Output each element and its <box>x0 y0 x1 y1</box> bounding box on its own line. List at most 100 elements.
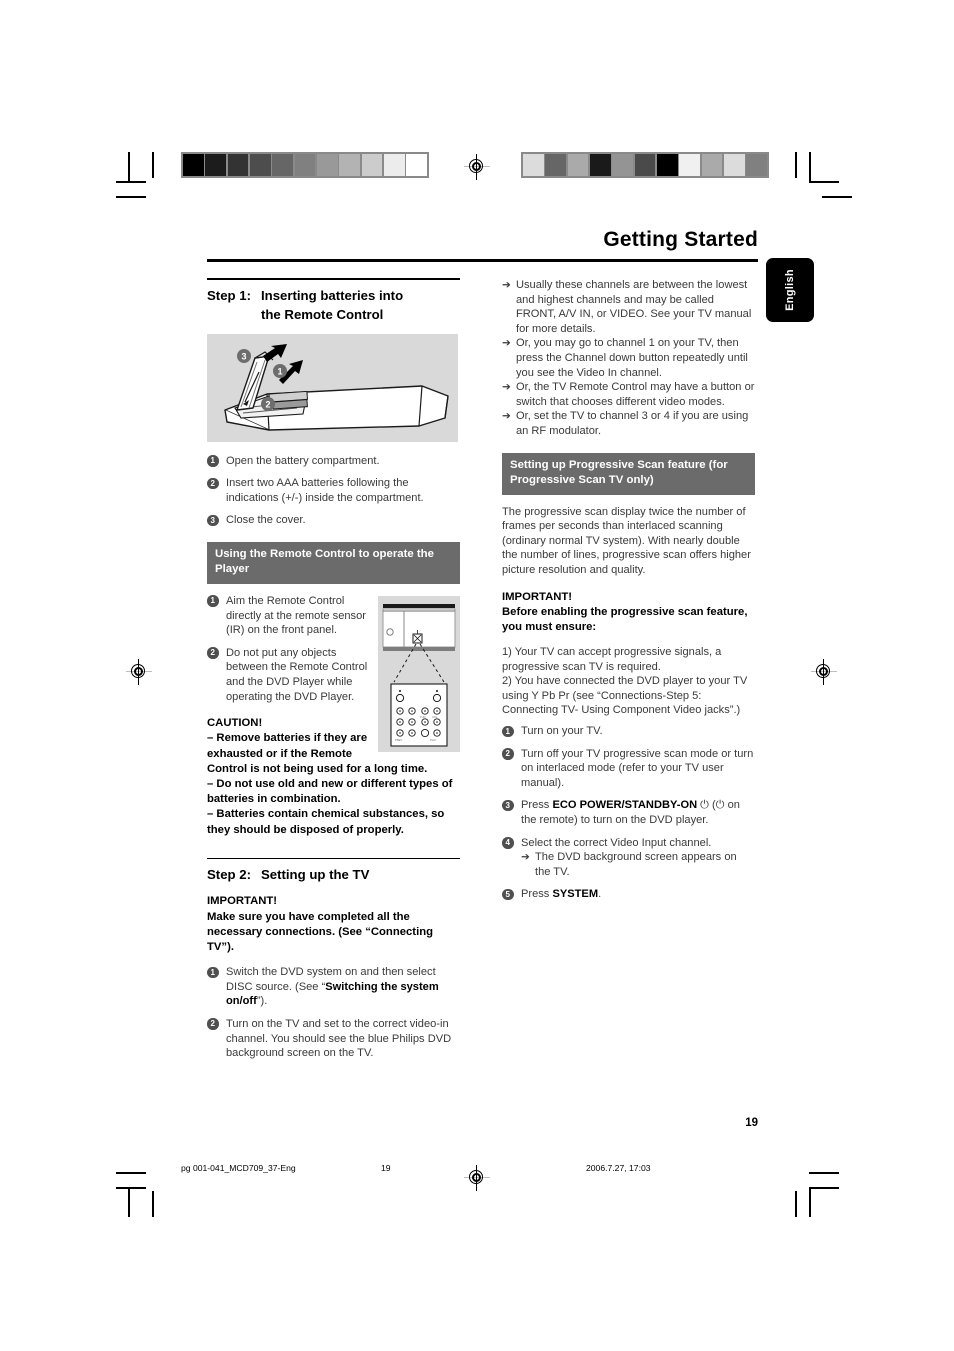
important-block-left: IMPORTANT! Make sure you have completed … <box>207 894 460 955</box>
grayscale-swatch <box>656 154 678 176</box>
grayscale-swatch <box>723 154 745 176</box>
document-page: Getting Started English Step 1: Insertin… <box>0 0 954 1351</box>
crop-mark-top-left-vertical <box>128 152 130 182</box>
remote-use-block: PREV PLAY TUN VOL 1 Aim the Remote Contr… <box>207 594 460 848</box>
crop-mark-bottom-right-tick <box>795 1191 797 1217</box>
caution-item: – Do not use old and new or different ty… <box>207 777 453 806</box>
step-number: 1 <box>207 595 219 607</box>
crop-mark-bottom-left-bleed <box>116 1172 146 1174</box>
requirement-item: 1) Your TV can accept progressive signal… <box>502 646 722 673</box>
grayscale-swatch <box>249 154 271 176</box>
crop-mark-bottom-left-vertical <box>128 1187 130 1217</box>
arrow-icon: ➔ <box>502 410 511 423</box>
step-text: Insert two AAA batteries following the i… <box>226 477 424 504</box>
registration-target-right <box>811 659 837 685</box>
footer-page-ref: 19 <box>381 1163 391 1173</box>
grayscale-calibration-strip-right <box>521 152 769 178</box>
grayscale-swatch <box>545 154 567 176</box>
arrow-note: ➔ Usually these channels are between the… <box>502 278 755 336</box>
list-item: 2 Turn off your TV progressive scan mode… <box>502 747 755 791</box>
crop-mark-top-right-bleed <box>822 196 852 198</box>
grayscale-calibration-strip-left <box>181 152 429 178</box>
grayscale-swatch <box>634 154 656 176</box>
list-item: 5 Press SYSTEM. <box>502 887 755 902</box>
grayscale-swatch <box>227 154 249 176</box>
list-item: 1 Aim the Remote Control directly at the… <box>207 594 460 638</box>
svg-text:3: 3 <box>241 351 246 361</box>
arrow-note-text: Or, set the TV to channel 3 or 4 if you … <box>516 410 749 437</box>
grayscale-swatch <box>523 154 544 176</box>
registration-target-bottom <box>464 1165 490 1191</box>
step-text-bold: SYSTEM <box>552 888 599 901</box>
step2-title: Setting up the TV <box>260 867 370 883</box>
step-number: 1 <box>207 966 219 979</box>
footer-timestamp: 2006.7.27, 17:03 <box>586 1163 651 1173</box>
step-text: Turn off your TV progressive scan mode o… <box>521 747 754 789</box>
page-number: 19 <box>745 1117 758 1129</box>
important-body: Before enabling the progressive scan fea… <box>502 605 748 633</box>
crop-mark-top-left-horizontal <box>116 181 146 183</box>
arrow-note-text: The DVD background screen appears on the… <box>535 851 737 878</box>
svg-text:1: 1 <box>277 366 282 376</box>
list-item: 2 Insert two AAA batteries following the… <box>207 476 460 505</box>
tv-setup-steps-list: 1 Switch the DVD system on and then sele… <box>207 965 460 1061</box>
step-number: 4 <box>502 837 514 849</box>
grayscale-swatch <box>746 154 767 176</box>
step2-label: Step 2: <box>207 867 251 883</box>
crop-mark-top-right-tick <box>795 152 797 178</box>
step-text: Select the correct Video Input channel. <box>521 836 712 849</box>
progressive-scan-steps-list: 1 Turn on your TV. 2 Turn off your TV pr… <box>502 724 755 902</box>
step-text: Do not put any objects between the Remot… <box>226 646 368 703</box>
footer-file-name: pg 001-041_MCD709_37-Eng <box>181 1163 296 1173</box>
important-heading: IMPORTANT! <box>502 590 573 603</box>
remote-use-section-header: Using the Remote Control to operate the … <box>207 541 460 584</box>
crop-mark-bottom-left-horizontal <box>116 1187 146 1189</box>
list-item: 1 Turn on your TV. <box>502 724 755 739</box>
crop-mark-top-right-horizontal <box>809 181 839 183</box>
arrow-note-text: Or, you may go to channel 1 on your TV, … <box>516 337 748 379</box>
remote-control-battery-illustration: 3 1 2 <box>207 333 458 442</box>
registration-target-left <box>126 659 152 685</box>
step-text: Aim the Remote Control directly at the r… <box>226 594 366 637</box>
list-item: 3 Close the cover. <box>207 513 460 528</box>
list-item: 2 Turn on the TV and set to the correct … <box>207 1017 460 1061</box>
title-underline-rule <box>207 259 758 262</box>
svg-text:PREV: PREV <box>395 738 402 742</box>
remote-use-steps-list: 1 Aim the Remote Control directly at the… <box>207 594 460 704</box>
list-item: 1 Switch the DVD system on and then sele… <box>207 965 460 1009</box>
grayscale-swatch <box>406 154 427 176</box>
step-text: Close the cover. <box>226 514 306 527</box>
step-number: 1 <box>502 725 514 738</box>
step-text-bold: ECO POWER/STANDBY-ON <box>552 799 698 812</box>
progressive-scan-section-header: Setting up Progressive Scan feature (for… <box>502 452 755 495</box>
arrow-note: ➔ Or, you may go to channel 1 on your TV… <box>502 336 755 380</box>
grayscale-swatch <box>612 154 634 176</box>
left-column: Step 1: Inserting batteries into the Remo… <box>207 278 460 1069</box>
step2-top-rule <box>207 857 460 860</box>
arrow-icon: ➔ <box>502 381 511 394</box>
requirement-item: 2) You have connected the DVD player to … <box>502 675 748 717</box>
step-number: 2 <box>207 647 219 659</box>
crop-mark-bottom-right-horizontal <box>809 1187 839 1189</box>
step-text: Turn on the TV and set to the correct vi… <box>226 1017 452 1060</box>
step-text-pre: Press <box>521 888 553 901</box>
registration-target-top <box>464 154 490 180</box>
grayscale-swatch <box>679 154 700 176</box>
step1-title: Inserting batteries into the Remote Contr… <box>260 287 404 322</box>
step-number: 2 <box>207 1018 219 1030</box>
caution-item: – Batteries contain chemical substances,… <box>207 808 445 836</box>
svg-text:PLAY: PLAY <box>430 738 437 742</box>
svg-text:TUN: TUN <box>420 715 425 719</box>
page-title: Getting Started <box>603 228 758 251</box>
step-number: 3 <box>207 514 219 527</box>
step-text-pre: Press <box>521 799 553 812</box>
arrow-note: ➔ Or, set the TV to channel 3 or 4 if yo… <box>502 409 755 438</box>
grayscale-swatch <box>701 154 723 176</box>
step-number: 2 <box>207 477 219 490</box>
arrow-note-text: Or, the TV Remote Control may have a but… <box>516 381 755 408</box>
step-text: Turn on your TV. <box>521 725 603 738</box>
arrow-icon: ➔ <box>521 851 530 864</box>
crop-mark-bottom-right-vertical <box>809 1187 811 1217</box>
svg-text:2: 2 <box>265 399 270 409</box>
important-body: Make sure you have completed all the nec… <box>207 910 434 953</box>
